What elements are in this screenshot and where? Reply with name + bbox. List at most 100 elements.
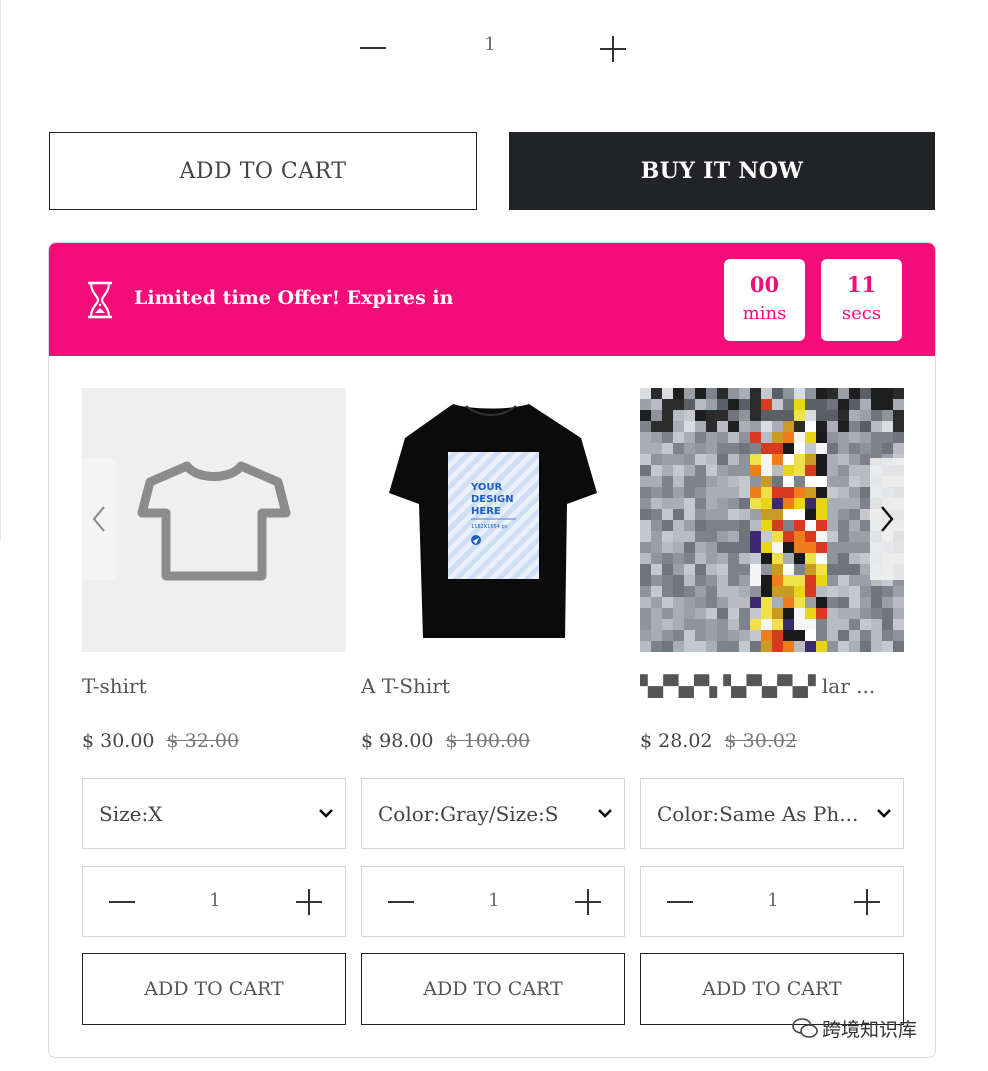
mosaic-tile (783, 564, 794, 575)
product-image[interactable]: YOUR DESIGN HERE 1182X1654 px (361, 388, 625, 652)
mosaic-tile (717, 476, 728, 487)
quantity-value[interactable]: 1 (480, 34, 500, 55)
mosaic-tile (640, 630, 651, 641)
mosaic-tile (684, 641, 695, 652)
mosaic-tile (882, 443, 893, 454)
mosaic-tile (827, 619, 838, 630)
variant-select[interactable]: Size:X (82, 778, 346, 849)
mosaic-tile (739, 520, 750, 531)
mosaic-tile (860, 619, 871, 630)
mosaic-tile (772, 630, 783, 641)
carousel-prev-button[interactable] (82, 458, 116, 580)
mosaic-tile (805, 421, 816, 432)
mosaic-tile (728, 399, 739, 410)
mosaic-tile (750, 399, 761, 410)
mosaic-tile (662, 619, 673, 630)
mosaic-tile (662, 454, 673, 465)
mosaic-tile (827, 399, 838, 410)
mosaic-tile (794, 586, 805, 597)
mosaic-tile (706, 432, 717, 443)
mosaic-tile (684, 432, 695, 443)
mosaic-tile (783, 630, 794, 641)
quantity-decrease-button[interactable] (667, 901, 693, 903)
quantity-decrease-button[interactable] (360, 47, 386, 49)
mosaic-tile (849, 531, 860, 542)
quantity-value[interactable]: 1 (205, 890, 225, 911)
card-add-to-cart-button[interactable]: ADD TO CART (82, 953, 346, 1025)
mosaic-tile (816, 608, 827, 619)
mosaic-tile (805, 509, 816, 520)
mosaic-tile (783, 619, 794, 630)
mosaic-tile (750, 553, 761, 564)
mosaic-tile (772, 509, 783, 520)
mosaic-tile (772, 641, 783, 652)
mosaic-tile (739, 630, 750, 641)
quantity-decrease-button[interactable] (109, 901, 135, 903)
mosaic-tile (827, 586, 838, 597)
mosaic-tile (739, 487, 750, 498)
watermark: 跨境知识库 (792, 1013, 917, 1043)
mosaic-tile (860, 410, 871, 421)
mosaic-tile (695, 542, 706, 553)
mosaic-tile (794, 498, 805, 509)
quantity-value[interactable]: 1 (763, 890, 783, 911)
mosaic-tile (706, 476, 717, 487)
variant-select[interactable]: Color:Same As Ph... (640, 778, 904, 849)
product-title[interactable]: T-shirt (82, 674, 346, 698)
mosaic-tile (849, 476, 860, 487)
mosaic-tile (684, 465, 695, 476)
mosaic-tile (761, 520, 772, 531)
variant-selected-value: Color:Gray/Size:S (378, 802, 559, 826)
product-image[interactable] (640, 388, 904, 652)
mosaic-tile (728, 509, 739, 520)
mosaic-tile (849, 465, 860, 476)
mosaic-tile (739, 553, 750, 564)
mosaic-tile (640, 454, 651, 465)
carousel-next-button[interactable] (870, 458, 904, 580)
mosaic-tile (706, 531, 717, 542)
mosaic-tile (761, 641, 772, 652)
mosaic-tile (706, 641, 717, 652)
mosaic-tile (827, 608, 838, 619)
mosaic-tile (673, 443, 684, 454)
mosaic-tile (761, 630, 772, 641)
quantity-increase-button[interactable] (575, 889, 601, 915)
mosaic-tile (783, 410, 794, 421)
add-to-cart-button[interactable]: ADD TO CART (49, 132, 477, 210)
mosaic-tile (706, 498, 717, 509)
mosaic-tile (706, 443, 717, 454)
mosaic-tile (772, 520, 783, 531)
quantity-increase-button[interactable] (296, 889, 322, 915)
mosaic-tile (761, 608, 772, 619)
mosaic-tile (684, 608, 695, 619)
product-image[interactable] (82, 388, 346, 652)
main-quantity-stepper: 1 (340, 20, 640, 76)
quantity-increase-button[interactable] (854, 889, 880, 915)
product-title[interactable]: A T-Shirt (361, 674, 625, 698)
mosaic-tile (871, 399, 882, 410)
mosaic-tile (849, 619, 860, 630)
mosaic-tile (695, 410, 706, 421)
buy-it-now-button[interactable]: BUY IT NOW (509, 132, 935, 210)
quantity-value[interactable]: 1 (484, 890, 504, 911)
mosaic-tile (761, 454, 772, 465)
mosaic-tile (739, 575, 750, 586)
mosaic-tile (827, 520, 838, 531)
mosaic-tile (805, 553, 816, 564)
watermark-text: 跨境知识库 (822, 1018, 918, 1041)
mosaic-tile (838, 597, 849, 608)
quantity-increase-button[interactable] (600, 36, 626, 62)
mosaic-tile (651, 443, 662, 454)
mosaic-tile (728, 608, 739, 619)
quantity-decrease-button[interactable] (388, 901, 414, 903)
mosaic-tile (706, 410, 717, 421)
mosaic-tile (772, 432, 783, 443)
mosaic-tile (849, 586, 860, 597)
variant-select[interactable]: Color:Gray/Size:S (361, 778, 625, 849)
mosaic-tile (684, 487, 695, 498)
product-title[interactable]: ▚▞▚▞▚ ▚▞▚▞▚▞ lar ... (640, 674, 904, 698)
chevron-down-icon (877, 809, 891, 818)
compare-price: $ 32.00 (166, 730, 240, 752)
mosaic-tile (794, 432, 805, 443)
card-add-to-cart-button[interactable]: ADD TO CART (361, 953, 625, 1025)
